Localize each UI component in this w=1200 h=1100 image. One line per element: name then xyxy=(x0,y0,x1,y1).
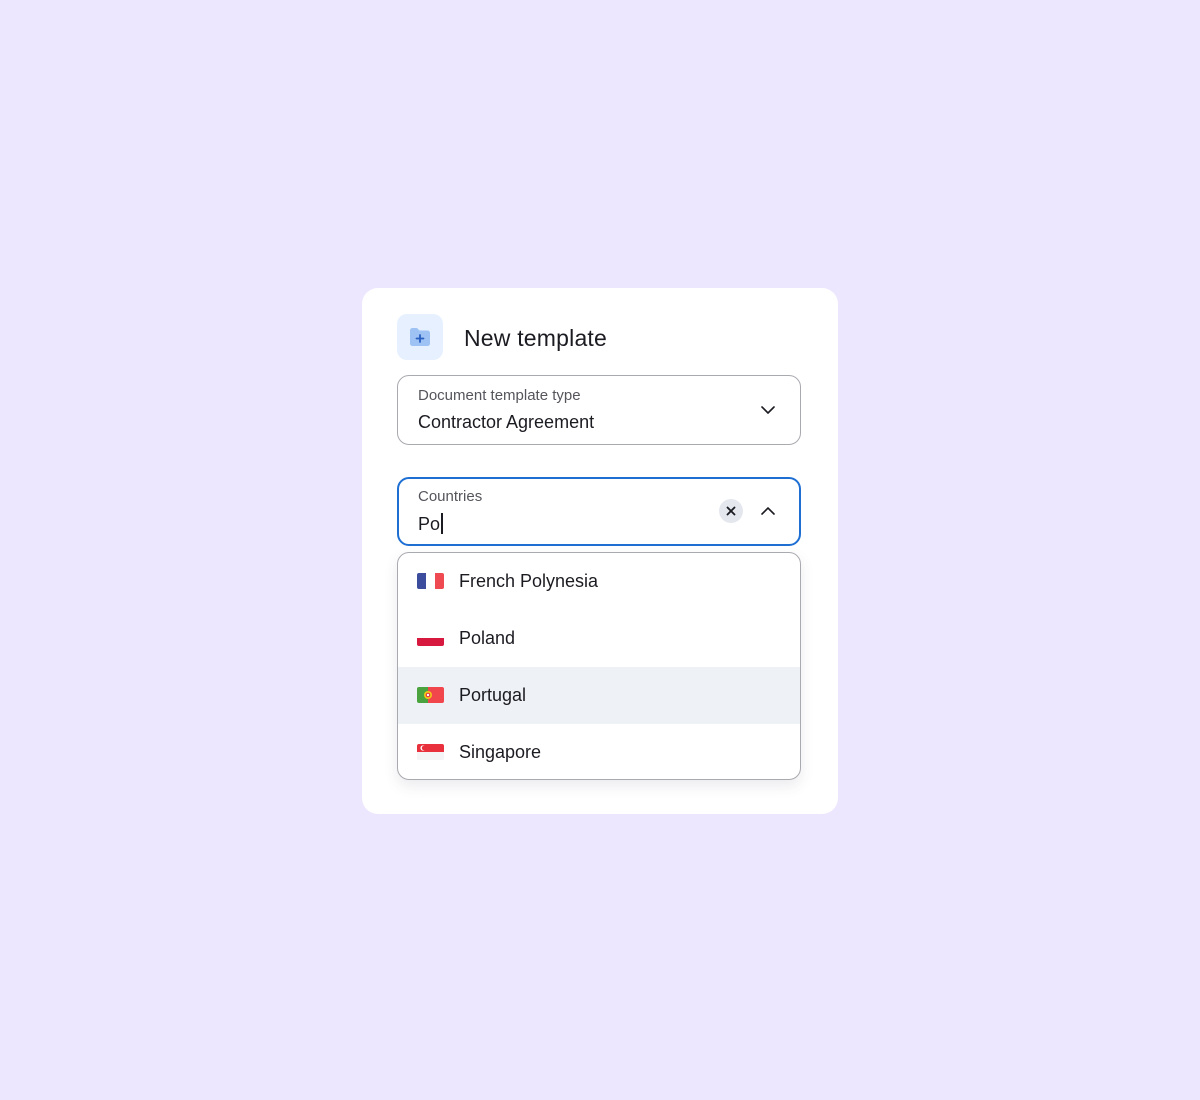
folder-plus-icon xyxy=(397,314,443,360)
country-option-label: Portugal xyxy=(459,685,527,705)
dialog-title: New template xyxy=(464,325,608,351)
card-header: New template xyxy=(397,314,803,360)
singapore-flag-icon xyxy=(417,744,444,760)
country-option-label: Poland xyxy=(459,628,516,648)
text-cursor xyxy=(441,513,443,534)
country-option-singapore[interactable]: Singapore xyxy=(398,724,800,779)
country-option-french-polynesia[interactable]: French Polynesia xyxy=(398,553,800,610)
countries-search-input[interactable]: Po xyxy=(418,513,443,535)
template-type-select[interactable]: Document template type Contractor Agreem… xyxy=(397,375,801,445)
countries-label: Countries xyxy=(418,488,483,505)
chevron-up-icon[interactable] xyxy=(760,503,776,524)
country-option-label: Singapore xyxy=(459,742,542,762)
portugal-flag-icon xyxy=(417,687,444,703)
countries-input-text: Po xyxy=(418,514,441,534)
new-template-card: New template Document template type Cont… xyxy=(362,288,838,814)
french-polynesia-flag-icon xyxy=(417,573,444,589)
countries-dropdown-list: French Polynesia Poland Portugal Singapo… xyxy=(397,552,801,780)
chevron-down-icon[interactable] xyxy=(760,402,776,423)
country-option-poland[interactable]: Poland xyxy=(398,610,800,667)
country-option-label: French Polynesia xyxy=(459,571,599,591)
countries-combobox[interactable]: Countries Po xyxy=(397,477,801,546)
close-icon[interactable] xyxy=(719,499,743,523)
template-type-value: Contractor Agreement xyxy=(418,412,595,432)
poland-flag-icon xyxy=(417,630,444,646)
template-type-label: Document template type xyxy=(418,387,581,404)
country-option-portugal[interactable]: Portugal xyxy=(398,667,800,724)
